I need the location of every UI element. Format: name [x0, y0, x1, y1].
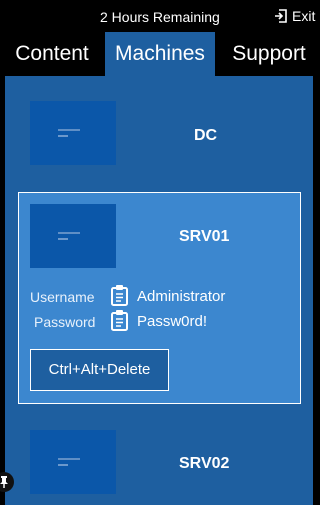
- username-label: Username: [30, 289, 95, 305]
- tab-content[interactable]: Content: [6, 32, 98, 76]
- clipboard-icon[interactable]: [109, 309, 131, 331]
- clipboard-icon[interactable]: [109, 284, 131, 306]
- machine-name: SRV02: [179, 455, 230, 472]
- pin-icon: [0, 476, 8, 488]
- exit-door-icon: [275, 9, 287, 23]
- machine-card-srv02[interactable]: SRV02: [18, 430, 301, 496]
- machine-name: DC: [194, 127, 218, 144]
- machine-thumbnail[interactable]: [30, 204, 116, 268]
- machine-thumbnail[interactable]: [30, 101, 116, 165]
- top-bar: 2 Hours Remaining Exit: [0, 0, 315, 32]
- ctrl-alt-delete-button[interactable]: Ctrl+Alt+Delete: [30, 349, 169, 391]
- username-value: Administrator: [137, 288, 226, 305]
- exit-label: Exit: [292, 8, 316, 24]
- exit-button[interactable]: Exit: [274, 8, 315, 24]
- machine-card-dc[interactable]: DC: [18, 101, 301, 167]
- tab-support[interactable]: Support: [220, 32, 318, 76]
- machine-thumbnail[interactable]: [30, 430, 116, 494]
- machines-panel: DC SRV01 Username Administrator Password…: [5, 76, 313, 505]
- machine-card-srv01[interactable]: SRV01 Username Administrator Password Pa…: [18, 192, 301, 404]
- machine-name: SRV01: [179, 228, 230, 245]
- tab-bar: Content Machines Support: [0, 32, 313, 76]
- time-remaining-text: 2 Hours Remaining: [100, 9, 220, 25]
- tab-machines[interactable]: Machines: [105, 32, 215, 76]
- password-label: Password: [34, 314, 96, 330]
- password-value: Passw0rd!: [137, 313, 208, 330]
